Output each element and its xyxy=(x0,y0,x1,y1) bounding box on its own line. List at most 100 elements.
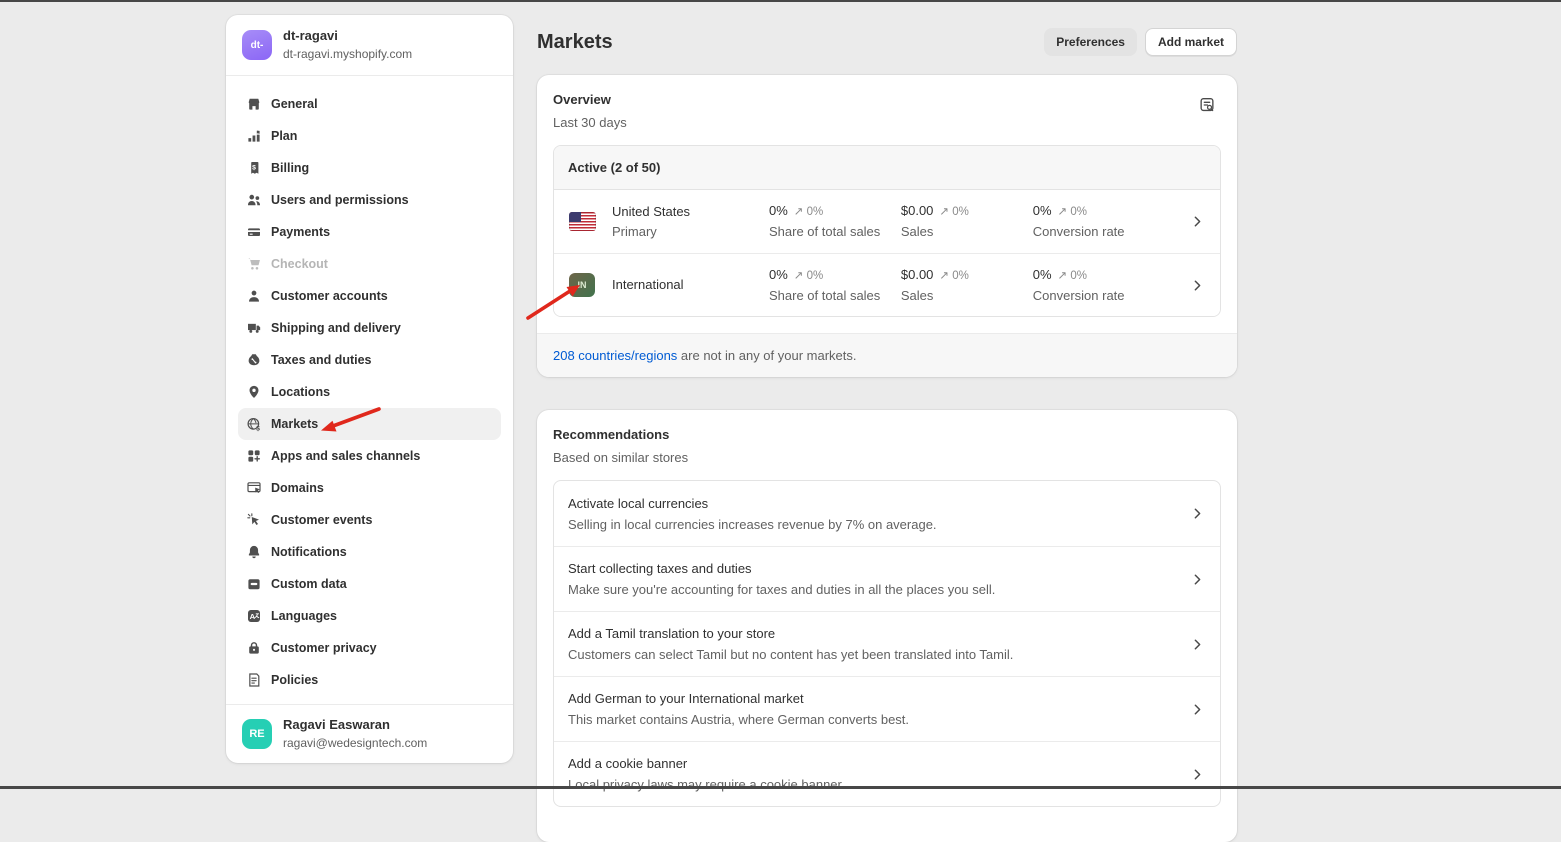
market-stat-conversion-rate: 0%↗ 0%Conversion rate xyxy=(1033,266,1189,305)
sidebar-item-customer-accounts[interactable]: Customer accounts xyxy=(238,280,501,312)
recommendation-add-german-to-your-international-market[interactable]: Add German to your International market T… xyxy=(554,676,1220,741)
header-actions: Preferences Add market xyxy=(1044,28,1237,56)
sidebar-item-apps-and-sales-channels[interactable]: Apps and sales channels xyxy=(238,440,501,472)
recommendation-activate-local-currencies[interactable]: Activate local currenciesSelling in loca… xyxy=(554,481,1220,546)
user-name: Ragavi Easwaran xyxy=(283,717,427,733)
sidebar-item-users-and-permissions[interactable]: Users and permissions xyxy=(238,184,501,216)
preferences-button[interactable]: Preferences xyxy=(1044,28,1137,56)
chevron-right-icon[interactable] xyxy=(1189,571,1206,588)
user-email: ragavi@wedesigntech.com xyxy=(283,735,427,751)
sidebar-item-label: Checkout xyxy=(271,257,328,271)
sidebar-item-label: Taxes and duties xyxy=(271,353,372,367)
users-icon xyxy=(246,192,262,208)
recommendation-title: Add a cookie banner xyxy=(568,754,845,773)
sidebar-item-notifications[interactable]: Notifications xyxy=(238,536,501,568)
chevron-right-icon[interactable] xyxy=(1189,213,1206,230)
plan-icon xyxy=(246,128,262,144)
recommendation-title: Add German to your International market xyxy=(568,689,909,708)
recommendation-title: Add a Tamil translation to your store xyxy=(568,624,1013,643)
apps-grid-icon xyxy=(246,448,262,464)
market-rows: United StatesPrimary0%↗ 0%Share of total… xyxy=(554,190,1220,316)
recommendation-add-a-tamil-translation-to-your-store[interactable]: Add a Tamil translation to your storeCus… xyxy=(554,611,1220,676)
stat-label: Share of total sales xyxy=(769,223,891,241)
market-stat-conversion-rate: 0% ↗ 0% Conversion rate xyxy=(1033,202,1189,241)
sidebar-item-policies[interactable]: Policies xyxy=(238,664,501,696)
market-name: United States xyxy=(612,203,690,221)
recommendations-title: Recommendations xyxy=(553,426,688,444)
recommendation-description: Make sure you're accounting for taxes an… xyxy=(568,580,995,599)
sidebar-item-payments[interactable]: Payments xyxy=(238,216,501,248)
sidebar-item-shipping-and-delivery[interactable]: Shipping and delivery xyxy=(238,312,501,344)
overview-subtitle: Last 30 days xyxy=(553,114,627,132)
sidebar-item-label: Notifications xyxy=(271,545,347,559)
sidebar-item-label: Policies xyxy=(271,673,318,687)
overview-footer-text: are not in any of your markets. xyxy=(677,348,856,363)
user-footer[interactable]: RE Ragavi Easwaran ragavi@wedesigntech.c… xyxy=(226,704,513,763)
sidebar-item-custom-data[interactable]: Custom data xyxy=(238,568,501,600)
sidebar-item-customer-events[interactable]: Customer events xyxy=(238,504,501,536)
sidebar-item-label: Plan xyxy=(271,129,297,143)
sidebar-item-domains[interactable]: Domains xyxy=(238,472,501,504)
recommendation-title: Activate local currencies xyxy=(568,494,937,513)
sidebar-item-checkout: Checkout xyxy=(238,248,501,280)
sidebar-item-general[interactable]: General xyxy=(238,88,501,120)
market-subtitle: Primary xyxy=(612,223,690,241)
stat-delta: ↗ 0% xyxy=(939,206,968,218)
sidebar-item-label: Payments xyxy=(271,225,330,239)
recommendation-start-collecting-taxes-and-duties[interactable]: Start collecting taxes and dutiesMake su… xyxy=(554,546,1220,611)
store-domain: dt-ragavi.myshopify.com xyxy=(283,46,412,62)
sidebar-item-label: Custom data xyxy=(271,577,347,591)
location-pin-icon xyxy=(246,384,262,400)
window-top-edge xyxy=(0,0,1561,2)
stat-value: 0% xyxy=(769,267,788,282)
store-header[interactable]: dt- dt-ragavi dt-ragavi.myshopify.com xyxy=(226,15,513,76)
sidebar-item-customer-privacy[interactable]: Customer privacy xyxy=(238,632,501,664)
chevron-right-icon[interactable] xyxy=(1189,277,1206,294)
chevron-right-icon[interactable] xyxy=(1189,505,1206,522)
sidebar-item-locations[interactable]: Locations xyxy=(238,376,501,408)
sidebar-item-label: Users and permissions xyxy=(271,193,409,207)
countries-regions-link[interactable]: 208 countries/regions xyxy=(553,348,677,363)
sidebar-item-label: Languages xyxy=(271,609,337,623)
market-row-international[interactable]: INInternational0%↗ 0%Share of total sale… xyxy=(554,253,1220,316)
view-report-icon[interactable] xyxy=(1193,91,1221,119)
stat-label: Conversion rate xyxy=(1033,223,1179,241)
svg-text:$: $ xyxy=(252,164,256,171)
active-markets-box: Active (2 of 50) United StatesPrimary0%↗… xyxy=(553,145,1221,317)
recommendation-add-a-cookie-banner[interactable]: Add a cookie banner Local privacy laws ma… xyxy=(554,741,1220,806)
sidebar-item-languages[interactable]: ALanguages xyxy=(238,600,501,632)
stat-value: 0% xyxy=(769,203,788,218)
stat-value: 0% xyxy=(1033,203,1052,218)
recommendation-description: Local privacy laws may require a cookie … xyxy=(568,775,845,794)
sidebar-item-label: Apps and sales channels xyxy=(271,449,420,463)
sidebar-item-plan[interactable]: Plan xyxy=(238,120,501,152)
sidebar-item-label: Customer accounts xyxy=(271,289,388,303)
add-market-button[interactable]: Add market xyxy=(1145,28,1237,56)
person-icon xyxy=(246,288,262,304)
market-row-united-states[interactable]: United States Primary 0% ↗ 0% Share of total… xyxy=(554,190,1220,253)
stat-value: $0.00 xyxy=(901,203,934,218)
recommendations-card: Recommendations Based on similar stores … xyxy=(537,410,1237,842)
sidebar-item-taxes-and-duties[interactable]: Taxes and duties xyxy=(238,344,501,376)
sidebar-item-billing[interactable]: $Billing xyxy=(238,152,501,184)
cursor-click-icon xyxy=(246,512,262,528)
stat-delta: ↗ 0% xyxy=(939,270,968,282)
overview-title: Overview xyxy=(553,91,627,109)
sidebar-item-markets[interactable]: $Markets xyxy=(238,408,501,440)
sidebar-item-label: Domains xyxy=(271,481,324,495)
payments-icon xyxy=(246,224,262,240)
sidebar-item-label: General xyxy=(271,97,318,111)
sidebar-item-label: Shipping and delivery xyxy=(271,321,401,335)
chevron-right-icon[interactable] xyxy=(1189,636,1206,653)
stat-value: $0.00 xyxy=(901,267,934,282)
chevron-right-icon[interactable] xyxy=(1189,701,1206,718)
chevron-right-icon[interactable] xyxy=(1189,766,1206,783)
overview-card: Overview Last 30 days Active (2 of 50) U… xyxy=(537,75,1237,377)
recommendation-description: This market contains Austria, where Germ… xyxy=(568,710,909,729)
sidebar-item-label: Customer events xyxy=(271,513,372,527)
market-stat-share-of-total-sales: 0%↗ 0%Share of total sales xyxy=(769,266,901,305)
stat-delta: ↗ 0% xyxy=(1058,206,1087,218)
browser-cursor-icon xyxy=(246,480,262,496)
svg-text:$: $ xyxy=(256,425,260,432)
lock-icon xyxy=(246,640,262,656)
